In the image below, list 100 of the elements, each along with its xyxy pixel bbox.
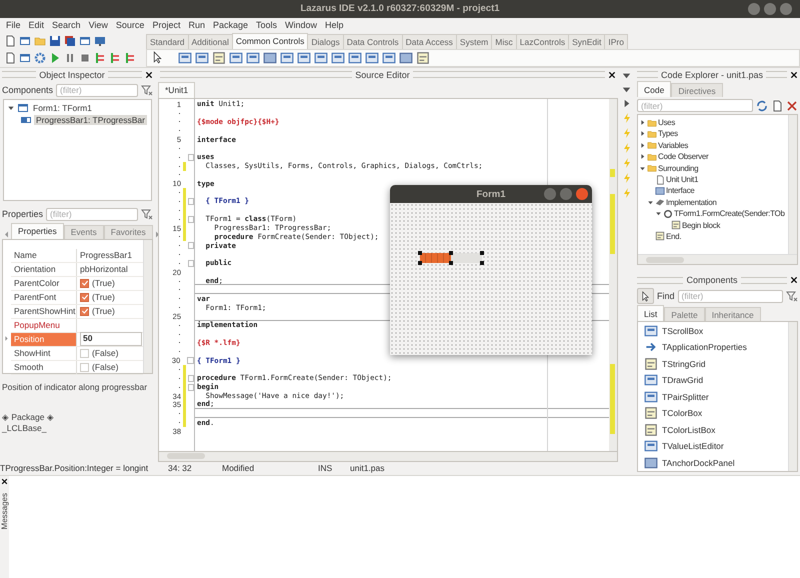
component-icon[interactable]: [263, 50, 277, 65]
floppy-icon[interactable]: [64, 35, 76, 48]
list-item[interactable]: TApplicationProperties: [662, 342, 747, 352]
menu-item[interactable]: Source: [112, 20, 148, 30]
minimize-icon[interactable]: [748, 3, 760, 15]
component-page-tab[interactable]: Data Controls: [342, 34, 403, 49]
filter-clear-icon[interactable]: [141, 208, 153, 220]
list-item[interactable]: TColorListBox: [662, 424, 716, 435]
page-icon[interactable]: [771, 100, 783, 112]
component-icon[interactable]: [348, 50, 362, 65]
tab[interactable]: Favorites: [104, 224, 153, 239]
tree-item[interactable]: End.: [666, 232, 682, 241]
component-page-tab[interactable]: Data Access: [402, 34, 457, 49]
tree-item[interactable]: Surrounding: [658, 164, 698, 173]
tree-item[interactable]: ProgressBar1: TProgressBar: [34, 114, 147, 125]
list-item[interactable]: TStringGrid: [662, 358, 706, 369]
maximize-icon[interactable]: [764, 3, 776, 15]
expander-icon[interactable]: [639, 130, 646, 138]
resize-handle[interactable]: [418, 251, 422, 255]
tree-item[interactable]: Implementation: [666, 198, 716, 207]
property-name[interactable]: Smooth: [11, 360, 77, 374]
resize-handle[interactable]: [480, 261, 484, 265]
window-icon[interactable]: [19, 35, 31, 48]
component-icon[interactable]: [314, 50, 328, 65]
tools-icon[interactable]: [786, 100, 798, 112]
list-item[interactable]: TScrollBox: [662, 326, 704, 336]
grip-bar[interactable]: [160, 71, 352, 78]
menu-item[interactable]: File: [2, 20, 25, 30]
filter-clear-icon[interactable]: [786, 290, 798, 302]
expander-icon[interactable]: [639, 142, 646, 149]
expander-icon[interactable]: [647, 198, 654, 206]
tab[interactable]: Directives: [671, 83, 723, 98]
property-name[interactable]: PopupMenu: [11, 318, 77, 332]
checkbox[interactable]: [80, 292, 89, 302]
window-icon[interactable]: [79, 35, 91, 48]
menu-item[interactable]: Help: [321, 20, 348, 30]
tree-item[interactable]: Interface: [666, 186, 694, 196]
property-name[interactable]: Name: [11, 248, 77, 262]
component-icon[interactable]: [416, 50, 430, 65]
menu-item[interactable]: Tools: [252, 20, 282, 30]
grip-bar[interactable]: [108, 71, 142, 78]
component-icon[interactable]: [280, 50, 294, 65]
tree-item[interactable]: Unit Unit1: [666, 175, 698, 184]
checkbox[interactable]: [80, 362, 89, 372]
expander-icon[interactable]: [639, 119, 646, 126]
page-icon[interactable]: [4, 52, 16, 64]
filter-field[interactable]: (filter): [678, 290, 783, 303]
list-item[interactable]: TAnchorDockPanel: [662, 458, 735, 468]
menu-item[interactable]: Edit: [24, 20, 48, 30]
tab[interactable]: Palette: [664, 307, 705, 322]
menu-item[interactable]: Project: [148, 20, 184, 30]
component-icon[interactable]: [178, 50, 192, 65]
resize-handle[interactable]: [449, 261, 453, 265]
grip-bar[interactable]: [412, 71, 605, 78]
tree-item[interactable]: Types: [658, 129, 678, 138]
component-icon[interactable]: [382, 50, 396, 65]
close-icon[interactable]: [790, 276, 798, 284]
menu-item[interactable]: Window: [281, 20, 322, 30]
tree-item[interactable]: Uses: [658, 118, 676, 128]
list-item[interactable]: TDrawGrid: [662, 375, 704, 386]
tab[interactable]: List: [637, 305, 664, 322]
step-icon[interactable]: [94, 52, 106, 64]
floppy-icon[interactable]: [49, 35, 61, 48]
menu-item[interactable]: Package: [208, 20, 252, 30]
close-icon[interactable]: [145, 70, 153, 79]
monitor-icon[interactable]: [94, 35, 106, 48]
close-icon[interactable]: [790, 70, 798, 79]
step-icon[interactable]: [124, 52, 136, 64]
resize-handle[interactable]: [418, 261, 422, 265]
tree-item[interactable]: Form1: TForm1: [31, 102, 94, 113]
maximize-icon[interactable]: [560, 188, 572, 200]
scrollbar[interactable]: [638, 254, 797, 264]
component-icon[interactable]: [229, 50, 243, 65]
scrollbar[interactable]: [143, 240, 152, 373]
tree-item[interactable]: TForm1.FormCreate(Sender:TOb: [674, 209, 785, 218]
scrollbar[interactable]: [788, 114, 797, 254]
component-page-tab[interactable]: System: [456, 34, 492, 49]
scrollbar[interactable]: [788, 322, 797, 471]
expander-icon[interactable]: [7, 104, 15, 112]
refresh-icon[interactable]: [756, 100, 768, 112]
pointer-button[interactable]: [637, 288, 654, 304]
filter-clear-icon[interactable]: [141, 84, 153, 96]
window-icon[interactable]: [19, 52, 31, 64]
step-icon[interactable]: [109, 52, 121, 64]
menu-item[interactable]: View: [84, 20, 112, 30]
checkbox[interactable]: [80, 348, 89, 358]
component-icon[interactable]: [212, 50, 226, 65]
component-page-tab[interactable]: LazControls: [516, 34, 570, 49]
component-page-tab[interactable]: Dialogs: [307, 34, 344, 49]
play-icon[interactable]: [49, 52, 61, 64]
tab[interactable]: Events: [64, 224, 104, 239]
stop-icon[interactable]: [79, 52, 91, 64]
minimize-icon[interactable]: [544, 188, 556, 200]
scrollbar[interactable]: [609, 98, 617, 451]
gear-icon[interactable]: [34, 52, 46, 64]
editor-tab[interactable]: *Unit1: [158, 82, 196, 98]
menu-item[interactable]: Run: [184, 20, 209, 30]
value-field[interactable]: 50: [80, 332, 142, 346]
grip-bar[interactable]: [2, 71, 36, 78]
tab[interactable]: Inheritance: [704, 307, 761, 322]
